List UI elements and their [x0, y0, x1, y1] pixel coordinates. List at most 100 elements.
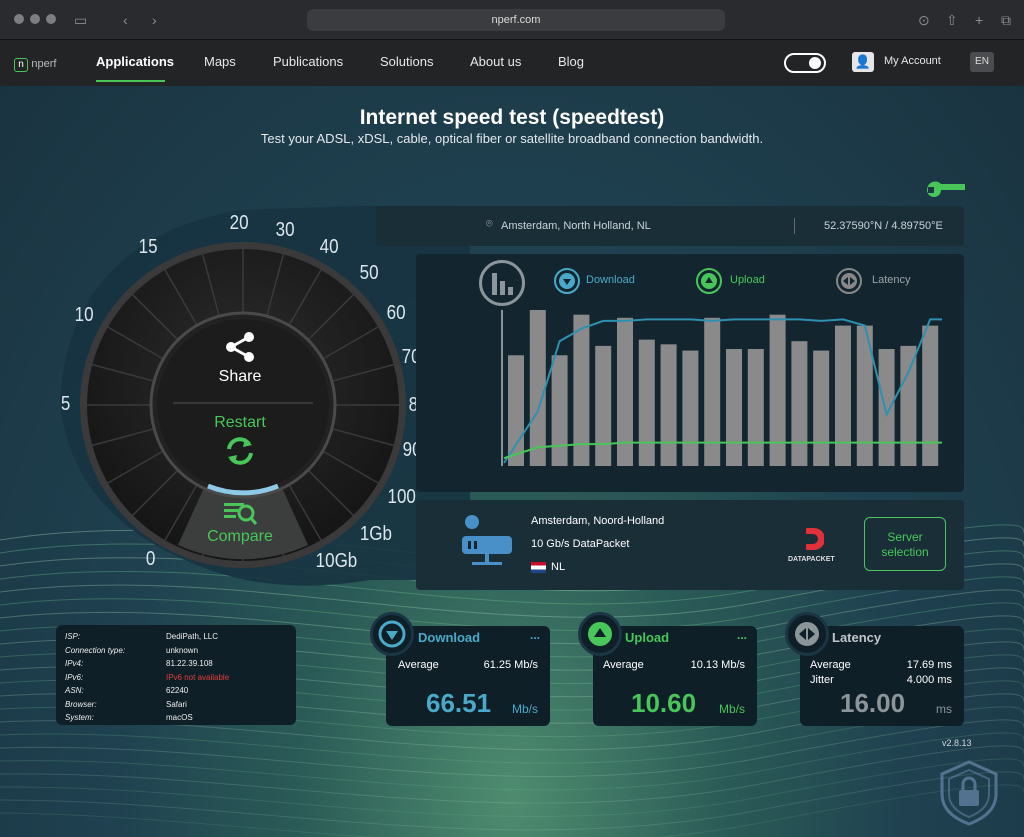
location-divider — [794, 218, 795, 234]
chart-bar — [682, 350, 699, 466]
nav-about-us[interactable]: About us — [470, 54, 521, 69]
wave-line — [0, 771, 1024, 831]
latency-badge — [785, 612, 829, 656]
server-selection-label: Server selection — [881, 530, 929, 559]
chart-bar — [551, 355, 568, 466]
download-badge — [370, 612, 414, 656]
wave-line — [0, 745, 1024, 804]
upload-badge — [578, 612, 622, 656]
server-panel: Amsterdam, Noord-Holland 10 Gb/s DataPac… — [416, 500, 964, 590]
info-key: Browser: — [65, 699, 97, 709]
legend-latency-toggle[interactable] — [836, 268, 862, 294]
server-provider: 10 Gb/s DataPacket — [531, 538, 630, 550]
chart-view-button[interactable] — [479, 260, 525, 306]
compare-label: Compare — [207, 528, 273, 545]
upload-avg-value: 10.13 Mb/s — [690, 659, 745, 671]
nav-solutions[interactable]: Solutions — [380, 54, 433, 69]
info-value: 62240 — [166, 686, 189, 695]
share-button[interactable]: Share — [208, 330, 272, 392]
chart-download-line — [503, 318, 942, 464]
logo-n-icon: n — [14, 58, 28, 72]
datapacket-logo-icon — [806, 528, 824, 550]
info-value: Safari — [166, 699, 187, 709]
compare-icon — [224, 503, 258, 525]
close-window-dot[interactable] — [14, 14, 24, 24]
upload-speed-value: 10.60 — [631, 688, 697, 718]
logo-text: nperf — [31, 58, 57, 70]
share-icon — [226, 332, 254, 362]
chart-bar — [791, 341, 808, 466]
nav-blog[interactable]: Blog — [558, 54, 584, 69]
new-tab-icon[interactable]: + — [975, 10, 983, 30]
my-account-link[interactable]: My Account — [884, 55, 941, 67]
info-key: IPv4: — [65, 659, 84, 668]
chart-bar — [813, 350, 830, 466]
server-selection-button[interactable]: Server selection — [864, 517, 946, 571]
info-key: ISP: — [65, 632, 81, 641]
language-button[interactable]: EN — [970, 52, 994, 72]
chart-bar — [878, 349, 895, 466]
restart-button[interactable]: Restart — [198, 414, 282, 474]
nav-maps[interactable]: Maps — [204, 54, 236, 69]
compare-button[interactable]: Compare — [194, 500, 286, 552]
download-avg-label: Average — [398, 659, 439, 671]
wave-line — [0, 732, 1024, 791]
info-value: macOS — [166, 713, 193, 722]
sidebar-icon[interactable]: ▭ — [74, 10, 87, 30]
minimize-window-dot[interactable] — [30, 14, 40, 24]
coordinates-text: 52.37590°N / 4.89750°E — [824, 220, 943, 232]
legend-latency-label: Latency — [872, 274, 911, 286]
page-title: Internet speed test (speedtest) — [359, 106, 665, 129]
chart-bar — [835, 325, 851, 466]
share-icon[interactable]: ⇧ — [946, 10, 958, 30]
chart-bar — [900, 345, 917, 466]
active-tab-underline — [96, 80, 165, 82]
back-icon[interactable]: ‹ — [123, 10, 128, 30]
speed-chart — [501, 310, 942, 466]
chart-bar — [595, 345, 612, 466]
settings-wrench-icon[interactable] — [926, 180, 966, 202]
address-bar[interactable]: nperf.com — [307, 9, 725, 31]
nav-applications[interactable]: Applications — [96, 54, 174, 69]
chart-bar — [508, 355, 524, 466]
chart-bar — [922, 325, 939, 466]
download-label: Download — [418, 630, 481, 645]
nav-publications[interactable]: Publications — [273, 54, 343, 69]
download-unit: Mb/s — [511, 702, 538, 716]
tabs-overview-icon[interactable]: ⧉ — [1001, 10, 1011, 30]
upload-more-button[interactable]: ... — [737, 628, 747, 642]
latency-avg-label: Average — [810, 659, 851, 671]
theme-toggle[interactable] — [784, 53, 826, 73]
info-key: IPv6: — [65, 672, 84, 682]
legend-download-toggle[interactable] — [554, 268, 580, 294]
info-value: unknown — [166, 645, 199, 655]
latency-arrows-icon — [841, 273, 857, 289]
info-key: Connection type: — [65, 645, 126, 655]
info-key: ASN: — [65, 686, 84, 695]
wave-line — [0, 719, 1024, 777]
latency-label: Latency — [832, 630, 882, 645]
info-value: 81.22.39.108 — [166, 659, 213, 668]
forward-icon[interactable]: › — [152, 10, 157, 30]
latency-arrows-icon — [795, 622, 819, 646]
zoom-window-dot[interactable] — [46, 14, 56, 24]
upload-label: Upload — [625, 630, 670, 645]
latency-value: 16.00 — [840, 688, 906, 718]
results-chart-panel: Download Upload Latency — [416, 254, 964, 492]
nperf-logo[interactable]: n nperf — [14, 56, 56, 72]
server-icon — [462, 515, 512, 565]
chart-bar — [747, 349, 764, 466]
info-key: System: — [65, 713, 94, 722]
toggle-knob-icon — [809, 57, 821, 69]
download-more-button[interactable]: ... — [530, 628, 540, 642]
jitter-label: Jitter — [810, 674, 834, 686]
user-icon[interactable]: 👤 — [852, 52, 874, 72]
legend-upload-toggle[interactable] — [696, 268, 722, 294]
restart-icon — [227, 437, 253, 465]
jitter-value: 4.000 ms — [906, 674, 952, 686]
download-arrow-icon — [559, 273, 575, 289]
download-arrow-icon — [378, 620, 406, 648]
site-nav: n nperf Applications Maps Publications S… — [0, 40, 1024, 86]
upload-arrow-icon — [588, 622, 612, 646]
download-icon[interactable]: ⊙ — [918, 10, 930, 30]
